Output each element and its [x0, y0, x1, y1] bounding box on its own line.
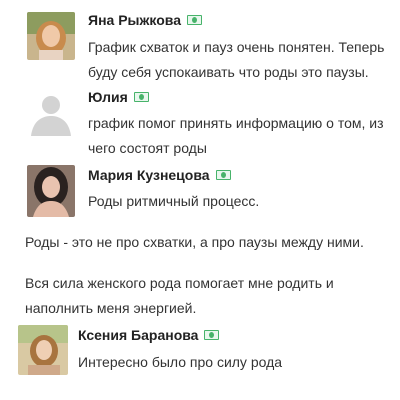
verified-badge-icon: [215, 170, 231, 180]
author-name[interactable]: Ксения Баранова: [78, 327, 198, 343]
comment-paragraph: Роды - это не про схватки, а про паузы м…: [25, 234, 364, 250]
author-name[interactable]: Яна Рыжкова: [88, 12, 181, 28]
avatar-photo-icon: [27, 165, 75, 217]
verified-badge-icon: [133, 92, 149, 102]
comment-text: Интересно было про силу рода: [78, 354, 283, 370]
author-name[interactable]: Юлия: [88, 89, 128, 105]
avatar-yulia[interactable]: [27, 88, 75, 136]
user-placeholder-icon: [27, 88, 75, 136]
comment-paragraph: Вся сила женского рода помогает мне роди…: [25, 275, 334, 316]
avatar-photo-icon: [18, 325, 68, 375]
author-name[interactable]: Мария Кузнецова: [88, 167, 210, 183]
comment-text: График схваток и пауз очень понятен. Теп…: [88, 39, 385, 80]
avatar-ksenia[interactable]: [18, 325, 68, 375]
avatar-photo-icon: [27, 12, 75, 60]
verified-badge-icon: [204, 330, 220, 340]
comment-text: Роды ритмичный процесс.: [88, 193, 260, 209]
verified-badge-icon: [187, 15, 202, 25]
avatar-maria[interactable]: [27, 165, 75, 217]
comment-text: график помог принять информацию о том, и…: [88, 115, 384, 156]
avatar-yana[interactable]: [27, 12, 75, 60]
